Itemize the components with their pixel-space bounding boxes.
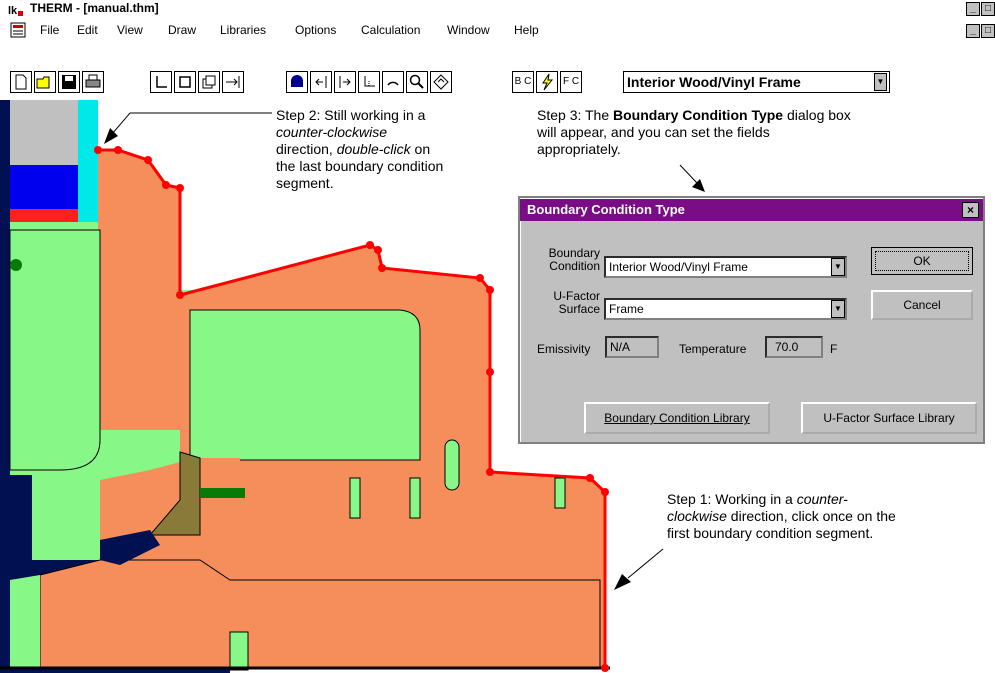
step2-line: segment. xyxy=(276,175,334,191)
rectangle-draw-icon[interactable] xyxy=(174,71,196,93)
bc-library-button[interactable]: Boundary Condition Library xyxy=(584,402,770,434)
doc-minimize-button[interactable]: _ xyxy=(966,24,980,38)
maximize-button[interactable]: □ xyxy=(981,2,995,16)
locate-point-icon[interactable] xyxy=(222,71,244,93)
temperature-label: Temperature xyxy=(679,342,747,356)
step1-line: Step 1: Working in a counter- xyxy=(667,491,848,507)
minimize-button[interactable]: _ xyxy=(966,2,980,16)
chevron-down-icon[interactable]: ▼ xyxy=(874,73,887,91)
bc-label: Boundary Condition xyxy=(548,246,600,273)
boundary-condition-icon[interactable] xyxy=(286,71,308,93)
uf-button-label: F C xyxy=(562,76,580,87)
menu-view[interactable]: View xyxy=(117,23,143,37)
rotate-icon[interactable] xyxy=(382,71,404,93)
menu-libraries[interactable]: Libraries xyxy=(220,23,266,37)
ok-button[interactable]: OK xyxy=(871,247,973,275)
window-title: THERM - [manual.thm] xyxy=(30,1,159,15)
align-left-icon[interactable] xyxy=(310,71,332,93)
menu-file[interactable]: File xyxy=(40,23,59,37)
calculate-lightning-icon[interactable] xyxy=(536,71,558,93)
zoom-icon[interactable] xyxy=(406,71,428,93)
uf-label: U-Factor Surface xyxy=(553,289,600,316)
uf-select-value: Frame xyxy=(609,302,644,316)
emissivity-field: N/A xyxy=(605,336,659,358)
step3-line: Step 3: The Boundary Condition Type dial… xyxy=(537,107,851,123)
therm-app-icon[interactable]: lk xyxy=(8,3,24,17)
emissivity-label: Emissivity xyxy=(537,342,591,356)
step1-line: first boundary condition segment. xyxy=(667,525,874,541)
fill-void-icon[interactable] xyxy=(198,71,220,93)
step2-line: direction, double-click on xyxy=(276,141,431,157)
doc-restore-button[interactable]: □ xyxy=(981,24,995,38)
new-file-icon[interactable] xyxy=(10,71,32,93)
menu-calculation[interactable]: Calculation xyxy=(361,23,420,37)
align-bottom-icon[interactable] xyxy=(358,71,380,93)
temperature-unit: F xyxy=(830,342,838,356)
print-icon[interactable] xyxy=(82,71,104,93)
menu-draw[interactable]: Draw xyxy=(168,23,196,37)
step1-line: clockwise direction, click once on the xyxy=(667,508,896,524)
step1-annotation: Step 1: Working in a counter- clockwise … xyxy=(667,491,896,542)
bc-button-label: B C xyxy=(514,76,532,87)
bc-button[interactable]: B C xyxy=(512,71,534,93)
step2-line: Step 2: Still working in a xyxy=(276,107,426,123)
open-folder-icon[interactable] xyxy=(34,71,56,93)
menu-help[interactable]: Help xyxy=(514,23,539,37)
polygon-draw-icon[interactable] xyxy=(150,71,172,93)
step3-line: appropriately. xyxy=(537,141,621,157)
boundary-condition-combo-value: Interior Wood/Vinyl Frame xyxy=(627,74,801,90)
menu-options[interactable]: Options xyxy=(295,23,336,37)
menu-edit[interactable]: Edit xyxy=(77,23,98,37)
svg-text:lk: lk xyxy=(8,5,18,17)
step3-line: will appear, and you can set the fields xyxy=(537,124,770,140)
uf-library-button[interactable]: U-Factor Surface Library xyxy=(801,402,977,434)
pan-icon[interactable] xyxy=(430,71,452,93)
chevron-down-icon[interactable]: ▼ xyxy=(831,258,845,276)
cancel-button[interactable]: Cancel xyxy=(871,290,973,320)
menu-bar xyxy=(0,20,995,40)
menu-window[interactable]: Window xyxy=(447,23,490,37)
chevron-down-icon[interactable]: ▼ xyxy=(831,300,845,318)
document-icon[interactable] xyxy=(10,22,28,38)
step2-annotation: Step 2: Still working in a counter-clock… xyxy=(276,107,443,192)
step3-annotation: Step 3: The Boundary Condition Type dial… xyxy=(537,107,851,158)
uf-button[interactable]: F C xyxy=(560,71,582,93)
close-icon[interactable]: × xyxy=(962,202,979,218)
dialog-title: Boundary Condition Type xyxy=(527,202,685,217)
step2-line: counter-clockwise xyxy=(276,124,388,140)
bc-select-value: Interior Wood/Vinyl Frame xyxy=(609,260,748,274)
align-right-icon[interactable] xyxy=(334,71,356,93)
save-icon[interactable] xyxy=(58,71,80,93)
temperature-field: 70.0 xyxy=(765,336,823,358)
step2-line: the last boundary condition xyxy=(276,158,444,174)
